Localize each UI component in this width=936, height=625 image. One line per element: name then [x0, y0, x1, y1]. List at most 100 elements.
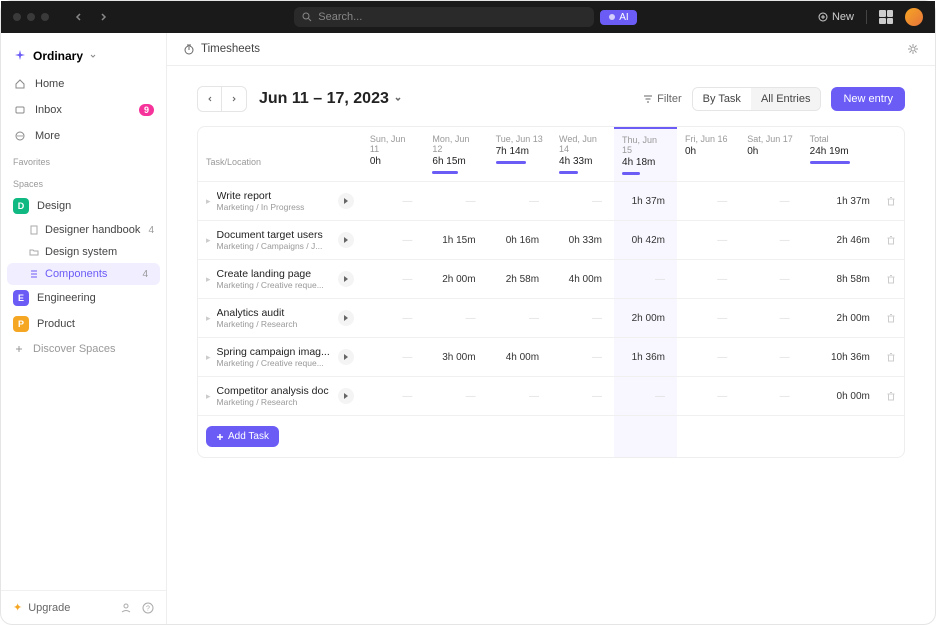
add-task-button[interactable]: Add Task — [206, 426, 279, 447]
gear-icon[interactable] — [907, 43, 919, 55]
time-cell[interactable]: — — [488, 182, 551, 221]
task-name[interactable]: Write report — [217, 190, 332, 202]
time-cell[interactable]: — — [739, 182, 801, 221]
prev-week-button[interactable] — [198, 87, 222, 111]
time-cell[interactable]: — — [551, 377, 614, 416]
time-cell[interactable]: — — [614, 377, 677, 416]
sidebar-item-more[interactable]: More — [1, 123, 166, 149]
maximize-dot[interactable] — [41, 13, 49, 21]
forward-button[interactable] — [93, 7, 113, 27]
task-name[interactable]: Competitor analysis doc — [217, 385, 332, 397]
close-dot[interactable] — [13, 13, 21, 21]
sidebar-item-inbox[interactable]: Inbox 9 — [1, 97, 166, 123]
time-cell[interactable]: 1h 37m — [614, 182, 677, 221]
new-button[interactable]: New — [818, 11, 854, 23]
delete-button[interactable] — [878, 221, 904, 260]
time-cell[interactable]: — — [677, 182, 739, 221]
delete-button[interactable] — [878, 377, 904, 416]
space-engineering[interactable]: E Engineering — [1, 285, 166, 311]
time-cell[interactable]: — — [739, 260, 801, 299]
time-cell[interactable]: 0h 33m — [551, 221, 614, 260]
ai-button[interactable]: AI — [600, 10, 636, 25]
time-cell[interactable]: — — [739, 299, 801, 338]
time-cell[interactable]: 4h 00m — [488, 338, 551, 377]
delete-button[interactable] — [878, 338, 904, 377]
delete-button[interactable] — [878, 299, 904, 338]
time-cell[interactable]: 0h 16m — [488, 221, 551, 260]
time-cell[interactable]: 2h 58m — [488, 260, 551, 299]
by-task-tab[interactable]: By Task — [693, 88, 751, 110]
delete-button[interactable] — [878, 260, 904, 299]
time-cell[interactable]: 0h 42m — [614, 221, 677, 260]
play-button[interactable] — [338, 193, 354, 209]
time-cell[interactable]: — — [488, 377, 551, 416]
back-button[interactable] — [69, 7, 89, 27]
tree-design-system[interactable]: Design system — [1, 241, 166, 263]
user-icon[interactable] — [120, 602, 132, 614]
task-name[interactable]: Analytics audit — [217, 307, 332, 319]
minimize-dot[interactable] — [27, 13, 35, 21]
time-cell[interactable]: — — [551, 299, 614, 338]
time-cell[interactable]: 3h 00m — [424, 338, 487, 377]
time-cell[interactable]: 1h 36m — [614, 338, 677, 377]
time-cell[interactable]: — — [677, 221, 739, 260]
time-cell[interactable]: — — [362, 299, 425, 338]
time-cell[interactable]: — — [424, 299, 487, 338]
sidebar-item-home[interactable]: Home — [1, 71, 166, 97]
expand-icon[interactable]: ▸ — [206, 196, 211, 207]
play-button[interactable] — [338, 232, 354, 248]
time-cell[interactable]: 1h 15m — [424, 221, 487, 260]
time-cell[interactable]: — — [362, 260, 425, 299]
expand-icon[interactable]: ▸ — [206, 352, 211, 363]
time-cell[interactable]: — — [551, 338, 614, 377]
time-cell[interactable]: — — [677, 338, 739, 377]
play-button[interactable] — [338, 388, 354, 404]
time-cell[interactable]: — — [677, 377, 739, 416]
next-week-button[interactable] — [222, 87, 246, 111]
time-cell[interactable]: — — [677, 299, 739, 338]
time-cell[interactable]: — — [424, 182, 487, 221]
task-name[interactable]: Document target users — [217, 229, 332, 241]
time-cell[interactable]: — — [739, 338, 801, 377]
date-range[interactable]: Jun 11 – 17, 2023 — [259, 90, 403, 108]
tree-components[interactable]: Components 4 — [7, 263, 160, 285]
time-cell[interactable]: — — [551, 182, 614, 221]
all-entries-tab[interactable]: All Entries — [751, 88, 821, 110]
help-icon[interactable]: ? — [142, 602, 154, 614]
filter-button[interactable]: Filter — [643, 93, 681, 105]
time-cell[interactable]: 4h 00m — [551, 260, 614, 299]
apps-icon[interactable] — [879, 10, 893, 24]
expand-icon[interactable]: ▸ — [206, 235, 211, 246]
time-cell[interactable]: — — [362, 338, 425, 377]
time-cell[interactable]: 2h 00m — [614, 299, 677, 338]
task-name[interactable]: Create landing page — [217, 268, 332, 280]
space-design[interactable]: D Design — [1, 193, 166, 219]
time-cell[interactable]: — — [739, 377, 801, 416]
upgrade-button[interactable]: Upgrade — [28, 602, 70, 614]
time-cell[interactable]: 2h 00m — [424, 260, 487, 299]
expand-icon[interactable]: ▸ — [206, 391, 211, 402]
workspace-switcher[interactable]: Ordinary — [1, 41, 166, 71]
time-cell[interactable]: — — [739, 221, 801, 260]
time-cell[interactable]: — — [488, 299, 551, 338]
expand-icon[interactable]: ▸ — [206, 313, 211, 324]
play-button[interactable] — [338, 310, 354, 326]
expand-icon[interactable]: ▸ — [206, 274, 211, 285]
new-entry-button[interactable]: New entry — [831, 87, 905, 111]
time-cell[interactable]: — — [614, 260, 677, 299]
task-name[interactable]: Spring campaign imag... — [217, 346, 332, 358]
discover-spaces[interactable]: Discover Spaces — [1, 337, 166, 361]
tree-designer-handbook[interactable]: Designer handbook 4 — [1, 219, 166, 241]
time-cell[interactable]: — — [677, 260, 739, 299]
delete-button[interactable] — [878, 182, 904, 221]
space-product[interactable]: P Product — [1, 311, 166, 337]
play-button[interactable] — [338, 271, 354, 287]
time-cell[interactable]: — — [362, 182, 425, 221]
avatar[interactable] — [905, 8, 923, 26]
table-row: ▸Competitor analysis docMarketing / Rese… — [198, 377, 904, 416]
time-cell[interactable]: — — [424, 377, 487, 416]
search-input[interactable]: Search... — [294, 7, 594, 27]
time-cell[interactable]: — — [362, 221, 425, 260]
time-cell[interactable]: — — [362, 377, 425, 416]
play-button[interactable] — [338, 349, 354, 365]
